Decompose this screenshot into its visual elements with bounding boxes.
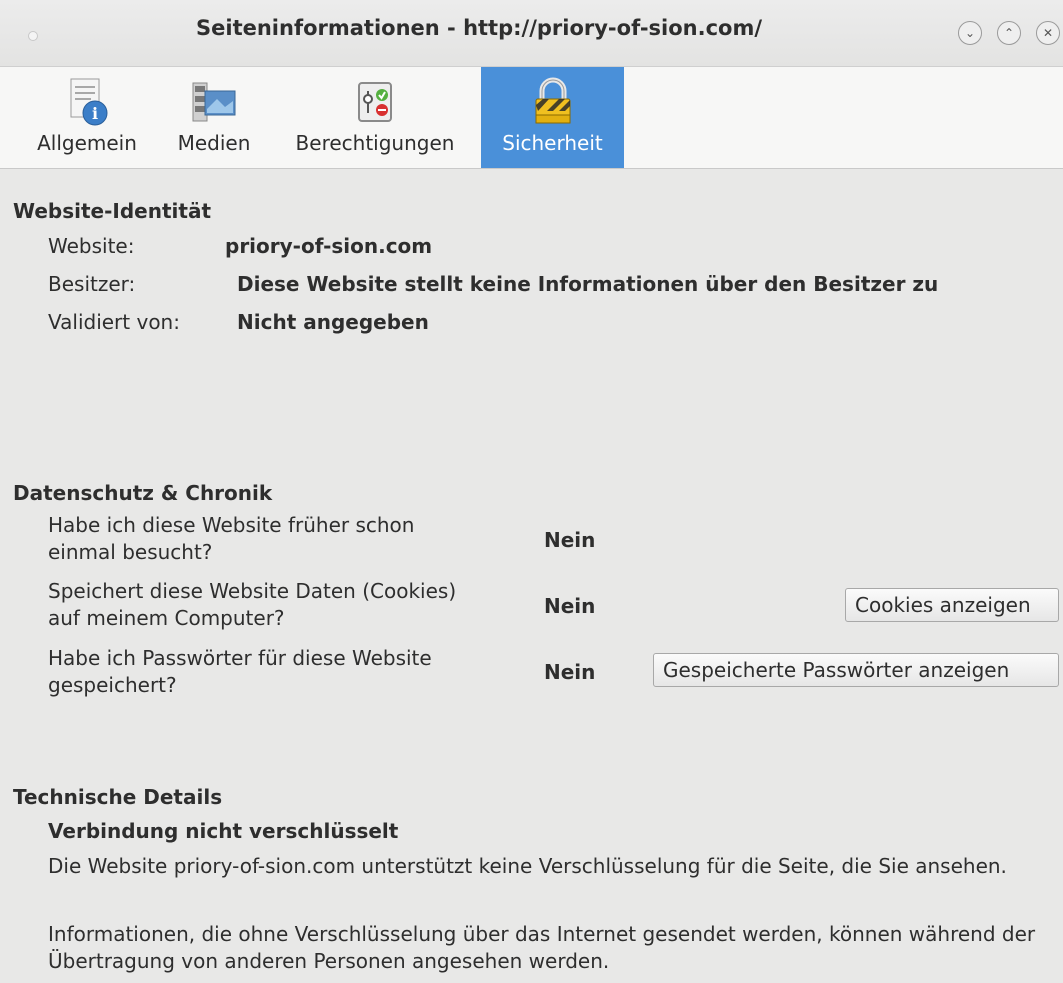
page-info-tabs: i Allgemein Medien Berechtigungen Sicher… [0, 67, 1063, 169]
show-passwords-button[interactable]: Gespeicherte Passwörter anzeigen [653, 653, 1059, 687]
tab-medien[interactable]: Medien [170, 67, 258, 168]
maximize-button[interactable]: ⌃ [997, 21, 1021, 45]
owner-value: Diese Website stellt keine Informationen… [237, 272, 939, 296]
permissions-icon [348, 77, 402, 127]
window-titlebar: Seiteninformationen - http://priory-of-s… [0, 0, 1063, 67]
risk-paragraph: Informationen, die ohne Verschlüsselung … [48, 922, 1036, 973]
show-cookies-button[interactable]: Cookies anzeigen [845, 588, 1059, 622]
tab-sicherheit[interactable]: Sicherheit [481, 67, 624, 168]
passwords-answer: Nein [544, 660, 596, 684]
verified-label: Validiert von: [48, 310, 180, 334]
tab-berechtigungen[interactable]: Berechtigungen [281, 67, 469, 168]
owner-label: Besitzer: [48, 272, 136, 296]
window-title: Seiteninformationen - http://priory-of-s… [196, 16, 763, 40]
passwords-question: Habe ich Passwörter für diese Website ge… [48, 646, 432, 697]
visited-answer: Nein [544, 528, 596, 552]
cookies-answer: Nein [544, 594, 596, 618]
close-button[interactable]: ✕ [1036, 21, 1060, 45]
encryption-paragraph: Die Website priory-of-sion.com unterstüt… [48, 854, 1007, 878]
tab-label: Berechtigungen [295, 131, 455, 155]
media-icon [187, 77, 241, 127]
tab-allgemein[interactable]: i Allgemein [27, 67, 147, 168]
tab-label: Sicherheit [502, 131, 603, 155]
tab-label: Allgemein [37, 131, 137, 155]
info-page-icon: i [60, 77, 114, 127]
website-value: priory-of-sion.com [225, 234, 433, 258]
minimize-button[interactable]: ⌄ [958, 21, 982, 45]
website-label: Website: [48, 234, 135, 258]
window-menu-dot-icon[interactable] [28, 31, 38, 41]
tab-label: Medien [177, 131, 251, 155]
verified-value: Nicht angegeben [237, 310, 429, 334]
identity-heading: Website-Identität [13, 199, 212, 223]
padlock-icon [526, 77, 580, 127]
svg-text:i: i [92, 104, 98, 123]
visited-question: Habe ich diese Website früher schon einm… [48, 513, 415, 564]
connection-status: Verbindung nicht verschlüsselt [48, 819, 399, 843]
technical-heading: Technische Details [13, 785, 223, 809]
privacy-heading: Datenschutz & Chronik [13, 481, 273, 505]
cookies-question: Speichert diese Website Daten (Cookies) … [48, 579, 457, 630]
